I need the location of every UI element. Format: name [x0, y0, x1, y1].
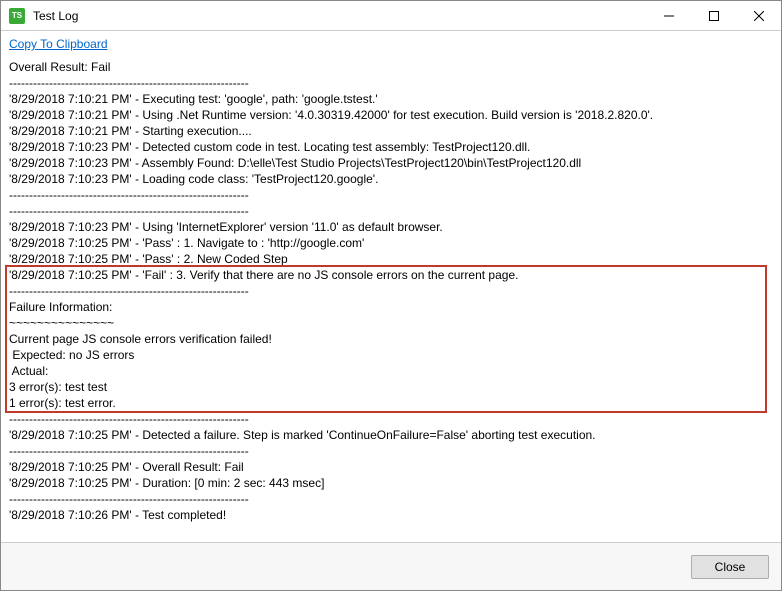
- log-line: '8/29/2018 7:10:21 PM' - Starting execut…: [9, 123, 773, 139]
- log-area[interactable]: Overall Result: Fail--------------------…: [1, 55, 781, 542]
- log-line: 3 error(s): test test: [9, 379, 773, 395]
- copy-to-clipboard-link[interactable]: Copy To Clipboard: [9, 37, 108, 51]
- log-line: 1 error(s): test error.: [9, 395, 773, 411]
- maximize-button[interactable]: [691, 1, 736, 30]
- log-line: '8/29/2018 7:10:23 PM' - Assembly Found:…: [9, 155, 773, 171]
- close-window-button[interactable]: [736, 1, 781, 30]
- titlebar: TS Test Log: [1, 1, 781, 31]
- log-line: Actual:: [9, 363, 773, 379]
- log-content: Overall Result: Fail--------------------…: [9, 59, 773, 523]
- log-line: '8/29/2018 7:10:25 PM' - 'Pass' : 1. Nav…: [9, 235, 773, 251]
- log-line: '8/29/2018 7:10:21 PM' - Executing test:…: [9, 91, 773, 107]
- log-line: '8/29/2018 7:10:26 PM' - Test completed!: [9, 507, 773, 523]
- log-line: Failure Information:: [9, 299, 773, 315]
- log-line: '8/29/2018 7:10:25 PM' - Overall Result:…: [9, 459, 773, 475]
- log-line: '8/29/2018 7:10:23 PM' - Using 'Internet…: [9, 219, 773, 235]
- log-line: '8/29/2018 7:10:25 PM' - Detected a fail…: [9, 427, 773, 443]
- minimize-button[interactable]: [646, 1, 691, 30]
- log-line: ----------------------------------------…: [9, 411, 773, 427]
- log-line: ~~~~~~~~~~~~~~~: [9, 315, 773, 331]
- app-icon: TS: [9, 8, 25, 24]
- log-line: '8/29/2018 7:10:21 PM' - Using .Net Runt…: [9, 107, 773, 123]
- log-line: ----------------------------------------…: [9, 283, 773, 299]
- log-line: '8/29/2018 7:10:25 PM' - 'Pass' : 2. New…: [9, 251, 773, 267]
- log-line: '8/29/2018 7:10:25 PM' - 'Fail' : 3. Ver…: [9, 267, 773, 283]
- close-button[interactable]: Close: [691, 555, 769, 579]
- log-line: Overall Result: Fail: [9, 59, 773, 75]
- toolbar: Copy To Clipboard: [1, 31, 781, 55]
- log-line: ----------------------------------------…: [9, 443, 773, 459]
- log-line: ----------------------------------------…: [9, 203, 773, 219]
- maximize-icon: [709, 11, 719, 21]
- log-line: '8/29/2018 7:10:25 PM' - Duration: [0 mi…: [9, 475, 773, 491]
- footer: Close: [1, 542, 781, 590]
- close-icon: [754, 11, 764, 21]
- window-title: Test Log: [33, 9, 646, 23]
- log-line: ----------------------------------------…: [9, 187, 773, 203]
- log-line: Current page JS console errors verificat…: [9, 331, 773, 347]
- log-line: ----------------------------------------…: [9, 75, 773, 91]
- log-line: Expected: no JS errors: [9, 347, 773, 363]
- window-controls: [646, 1, 781, 30]
- minimize-icon: [664, 11, 674, 21]
- log-line: ----------------------------------------…: [9, 491, 773, 507]
- log-line: '8/29/2018 7:10:23 PM' - Loading code cl…: [9, 171, 773, 187]
- log-line: '8/29/2018 7:10:23 PM' - Detected custom…: [9, 139, 773, 155]
